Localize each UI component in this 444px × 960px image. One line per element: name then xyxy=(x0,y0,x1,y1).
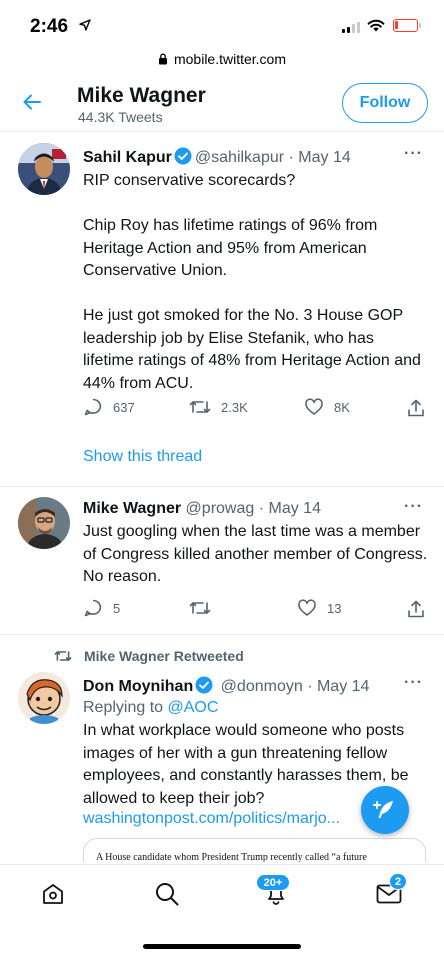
divider xyxy=(0,486,444,487)
compose-feather-icon xyxy=(373,801,393,818)
replying-to: Replying to @AOC xyxy=(83,699,218,717)
handle[interactable]: @prowag xyxy=(186,500,255,517)
back-arrow-icon[interactable] xyxy=(22,92,42,112)
handle[interactable]: @sahilkapur xyxy=(195,149,284,166)
tweet-header: Mike Wagner @prowag · May 14 xyxy=(83,500,321,518)
reply-icon xyxy=(84,599,102,617)
cellular-signal-icon xyxy=(342,22,360,33)
replying-prefix: Replying to xyxy=(83,699,164,716)
retweet-count: 2.3K xyxy=(221,399,248,415)
home-indicator xyxy=(143,944,301,949)
reply-icon xyxy=(84,398,102,416)
more-options-icon[interactable]: ··· xyxy=(404,674,423,692)
profile-header: Mike Wagner 44.3K Tweets Follow xyxy=(0,76,444,132)
verified-badge-icon xyxy=(195,676,213,694)
like-count: 8K xyxy=(334,399,350,415)
share-icon[interactable] xyxy=(406,398,426,418)
notifications-badge: 20+ xyxy=(256,874,290,891)
tweet-text: RIP conservative scorecards? Chip Roy ha… xyxy=(83,172,421,392)
retweet-icon xyxy=(189,602,211,614)
retweeted-by[interactable]: Mike Wagner Retweeted xyxy=(84,648,244,664)
mention-link[interactable]: @AOC xyxy=(168,699,219,716)
address-bar[interactable]: mobile.twitter.com xyxy=(0,47,444,71)
tweet-date: · May 14 xyxy=(258,500,321,517)
tweet-count: 44.3K Tweets xyxy=(78,109,163,125)
like-count: 13 xyxy=(327,600,342,616)
avatar[interactable] xyxy=(18,672,70,724)
more-options-icon[interactable]: ··· xyxy=(404,498,423,516)
location-arrow-icon xyxy=(79,19,91,31)
like-button[interactable]: 8K xyxy=(304,397,350,417)
reply-count: 5 xyxy=(113,600,121,616)
status-time: 2:46 xyxy=(30,16,69,37)
retweet-button[interactable]: 2.3K xyxy=(189,397,248,417)
handle[interactable]: @donmoyn xyxy=(221,678,303,695)
share-icon[interactable] xyxy=(406,599,426,619)
tweet-date: · May 14 xyxy=(307,678,370,695)
nav-home[interactable] xyxy=(41,882,65,911)
profile-name: Mike Wagner xyxy=(77,84,206,107)
reply-button[interactable]: 5 xyxy=(83,598,120,618)
tweet-text: Just googling when the last time was a m… xyxy=(83,523,428,585)
retweet-icon xyxy=(54,651,72,661)
show-thread-link[interactable]: Show this thread xyxy=(83,448,202,466)
lock-icon xyxy=(158,53,167,65)
wifi-icon xyxy=(367,19,385,32)
url-text: mobile.twitter.com xyxy=(173,51,287,67)
avatar[interactable] xyxy=(18,497,70,549)
battery-icon xyxy=(393,19,421,32)
nav-search[interactable] xyxy=(154,881,180,912)
tweet-header: Don Moynihan @donmoyn · May 14 xyxy=(83,676,369,696)
link-card-preview[interactable]: A House candidate whom President Trump r… xyxy=(83,838,426,862)
like-button[interactable]: 13 xyxy=(297,598,341,618)
heart-icon xyxy=(298,599,316,616)
tweet-header: Sahil Kapur @sahilkapur · May 14 xyxy=(83,147,351,167)
tweet-actions: 637 2.3K 8K xyxy=(83,397,428,419)
verified-badge-icon xyxy=(174,147,192,165)
retweeted-indicator: Mike Wagner Retweeted xyxy=(54,648,244,664)
display-name[interactable]: Don Moynihan xyxy=(83,678,193,695)
card-headline: A House candidate whom President Trump r… xyxy=(96,852,367,862)
status-bar: 2:46 xyxy=(0,0,444,46)
tweet-actions: 5 13 xyxy=(83,598,428,620)
compose-tweet-button[interactable] xyxy=(361,786,409,834)
retweet-icon xyxy=(189,401,211,413)
display-name[interactable]: Sahil Kapur xyxy=(83,149,172,166)
divider xyxy=(0,634,444,635)
tweet-date: · May 14 xyxy=(288,149,351,166)
reply-button[interactable]: 637 xyxy=(83,397,135,417)
avatar[interactable] xyxy=(18,143,70,195)
more-options-icon[interactable]: ··· xyxy=(404,145,423,163)
retweet-button[interactable] xyxy=(189,598,221,618)
home-icon xyxy=(43,884,63,904)
follow-button[interactable]: Follow xyxy=(342,83,428,123)
reply-count: 637 xyxy=(113,399,135,415)
messages-badge: 2 xyxy=(389,873,407,890)
search-icon xyxy=(156,883,179,906)
display-name[interactable]: Mike Wagner xyxy=(83,500,181,517)
heart-icon xyxy=(305,398,323,415)
